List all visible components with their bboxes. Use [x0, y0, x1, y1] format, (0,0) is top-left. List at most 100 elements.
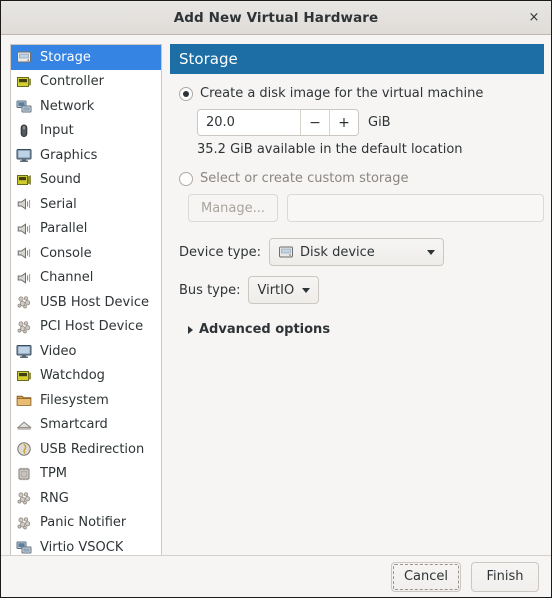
device-type-row: Device type: Disk device — [179, 238, 544, 266]
sidebar-item-filesystem[interactable]: Filesystem — [11, 388, 161, 413]
sidebar-item-pci-host-device[interactable]: PCI Host Device — [11, 315, 161, 340]
sidebar-item-usb-redirection[interactable]: USB Redirection — [11, 437, 161, 462]
parallel-icon — [17, 223, 31, 235]
mouse-icon — [20, 124, 28, 137]
bus-type-label: Bus type: — [179, 282, 241, 298]
custom-storage-label: Select or create custom storage — [200, 171, 409, 186]
sidebar-item-smartcard[interactable]: Smartcard — [11, 413, 161, 438]
window-title: Add New Virtual Hardware — [173, 9, 379, 26]
create-disk-image-label: Create a disk image for the virtual mach… — [200, 86, 484, 101]
device-type-value: Disk device — [300, 244, 375, 260]
create-disk-image-radio[interactable] — [179, 86, 193, 101]
manage-button[interactable]: Manage... — [188, 194, 279, 222]
sidebar-item-tpm[interactable]: TPM — [11, 462, 161, 487]
sidebar-item-label: Virtio VSOCK — [40, 539, 124, 555]
sidebar-item-graphics[interactable]: Graphics — [11, 143, 161, 168]
dialog-footer: Cancel Finish — [1, 555, 551, 597]
bus-type-row: Bus type: VirtIO — [179, 276, 544, 304]
video-icon — [16, 345, 32, 359]
sidebar-item-storage[interactable]: Storage — [11, 45, 161, 70]
add-hardware-dialog: Add New Virtual Hardware × Storage Contro… — [0, 0, 552, 598]
panel-title: Storage — [170, 44, 544, 74]
sidebar-item-input[interactable]: Input — [11, 119, 161, 144]
sound-icon — [17, 174, 31, 185]
chevron-down-icon — [427, 249, 436, 255]
cancel-button[interactable]: Cancel — [390, 561, 461, 592]
vsock-icon — [16, 541, 32, 554]
sidebar-item-label: Parallel — [40, 221, 88, 237]
close-icon[interactable]: × — [517, 1, 551, 33]
sidebar-item-label: USB Host Device — [40, 294, 150, 310]
device-type-dropdown[interactable]: Disk device — [269, 238, 445, 266]
network-icon — [16, 100, 32, 113]
panel-body: Create a disk image for the virtual mach… — [170, 74, 544, 337]
bus-type-dropdown[interactable]: VirtIO — [248, 276, 320, 304]
available-space-label: 35.2 GiB available in the default locati… — [197, 142, 463, 157]
controller-icon — [17, 76, 31, 87]
dialog-content: Storage Controller Network Input Graphics Sou… — [1, 35, 551, 597]
disk-size-decrement-button[interactable]: − — [300, 110, 329, 135]
create-disk-image-row[interactable]: Create a disk image for the virtual mach… — [179, 86, 544, 101]
bus-type-value: VirtIO — [257, 282, 295, 298]
sidebar-item-label: Graphics — [40, 147, 98, 163]
disk-size-spinner[interactable]: 20.0 − + — [197, 109, 359, 136]
sidebar-item-label: Serial — [40, 196, 77, 212]
sidebar-item-serial[interactable]: Serial — [11, 192, 161, 217]
sidebar-item-label: Channel — [40, 270, 94, 286]
device-type-label: Device type: — [179, 244, 262, 260]
sidebar-item-label: RNG — [40, 490, 69, 506]
chevron-down-icon — [302, 287, 311, 293]
sidebar-item-label: Sound — [40, 172, 81, 188]
disk-size-input[interactable]: 20.0 — [198, 110, 300, 135]
sidebar-item-video[interactable]: Video — [11, 339, 161, 364]
sidebar-item-panic-notifier[interactable]: Panic Notifier — [11, 511, 161, 536]
finish-button[interactable]: Finish — [471, 561, 539, 592]
sidebar-item-label: Storage — [40, 49, 91, 65]
sidebar-item-label: USB Redirection — [40, 441, 145, 457]
sidebar-item-label: Controller — [40, 74, 104, 90]
sidebar-item-label: Smartcard — [40, 417, 108, 433]
titlebar: Add New Virtual Hardware × — [1, 1, 551, 35]
advanced-options-label: Advanced options — [199, 322, 331, 337]
pci-host-icon — [17, 321, 31, 334]
sidebar-item-watchdog[interactable]: Watchdog — [11, 364, 161, 389]
usb-host-icon — [17, 296, 31, 309]
panic-icon — [17, 517, 31, 530]
smartcard-icon — [16, 421, 32, 430]
watchdog-icon — [17, 370, 31, 381]
console-icon — [17, 247, 31, 259]
disk-size-row: 20.0 − + GiB — [197, 109, 544, 136]
sidebar-item-network[interactable]: Network — [11, 94, 161, 119]
sidebar-item-label: Panic Notifier — [40, 515, 127, 531]
disk-size-unit-label: GiB — [368, 115, 391, 130]
usb-redirection-icon — [17, 442, 31, 456]
sidebar-item-label: Console — [40, 245, 92, 261]
disk-icon — [17, 51, 31, 63]
storage-path-input[interactable] — [287, 194, 544, 222]
sidebar-item-parallel[interactable]: Parallel — [11, 217, 161, 242]
advanced-options-toggle[interactable]: Advanced options — [188, 322, 544, 337]
sidebar-item-sound[interactable]: Sound — [11, 168, 161, 193]
chip-icon — [18, 467, 30, 480]
disk-size-increment-button[interactable]: + — [329, 110, 358, 135]
sidebar-item-label: Filesystem — [40, 392, 109, 408]
custom-storage-controls: Manage... — [188, 194, 544, 222]
sidebar-item-label: Video — [40, 343, 77, 359]
sidebar-item-label: Watchdog — [40, 368, 105, 384]
triangle-right-icon — [188, 325, 193, 334]
sidebar-item-label: PCI Host Device — [40, 319, 144, 335]
custom-storage-radio[interactable] — [179, 171, 193, 186]
sidebar-item-controller[interactable]: Controller — [11, 70, 161, 95]
sidebar-item-label: Input — [40, 123, 74, 139]
sidebar-item-channel[interactable]: Channel — [11, 266, 161, 291]
disk-icon — [279, 246, 294, 258]
serial-icon — [17, 198, 31, 210]
folder-icon — [16, 395, 32, 407]
custom-storage-row[interactable]: Select or create custom storage — [179, 171, 544, 186]
rng-icon — [17, 492, 31, 505]
sidebar-item-rng[interactable]: RNG — [11, 486, 161, 511]
channel-icon — [17, 272, 31, 284]
hardware-category-list[interactable]: Storage Controller Network Input Graphics Sou… — [10, 44, 162, 560]
sidebar-item-console[interactable]: Console — [11, 241, 161, 266]
sidebar-item-usb-host-device[interactable]: USB Host Device — [11, 290, 161, 315]
